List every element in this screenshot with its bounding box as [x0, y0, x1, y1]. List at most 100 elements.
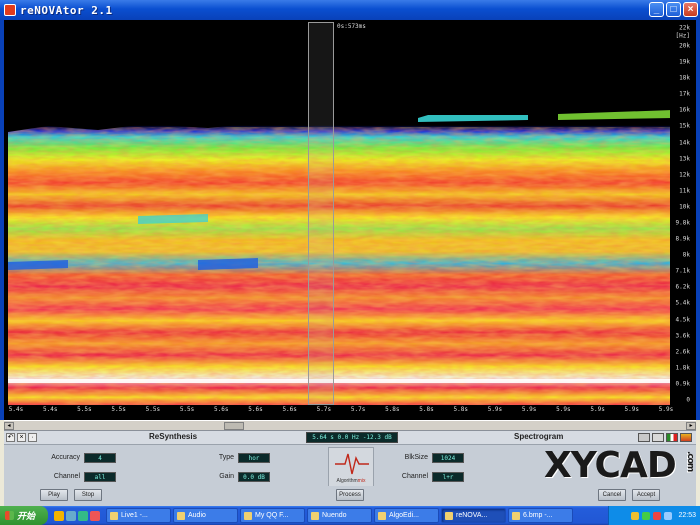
taskbar-task[interactable]: Live1 -...	[106, 508, 171, 523]
channel-left-field[interactable]: all	[84, 472, 116, 482]
type-field[interactable]: hor	[238, 453, 270, 463]
time-tick-label: 5.8s	[385, 406, 400, 413]
waveform-icon	[335, 453, 369, 475]
taskbar-task[interactable]: Audio	[173, 508, 238, 523]
accept-button[interactable]: Accept	[632, 489, 660, 501]
frequency-axis: [Hz] 22k 20k 19k 18k 17k 16k 15k 14k 13k 12k 11k 10k…	[670, 22, 692, 405]
task-label: Nuendo	[322, 512, 347, 519]
start-button[interactable]: 开始	[0, 506, 48, 525]
scroll-thumb[interactable]	[224, 422, 244, 430]
task-app-icon	[177, 511, 185, 520]
panel-close-icon[interactable]: ×	[17, 433, 26, 442]
frequency-unit-label: [Hz]	[675, 32, 690, 40]
palette-icon[interactable]	[666, 433, 678, 442]
gain-field[interactable]: 0.0 dB	[238, 472, 270, 482]
time-selection[interactable]	[308, 22, 334, 405]
channel-right-field[interactable]: l+r	[432, 472, 464, 482]
type-label: Type	[218, 454, 234, 461]
spectrogram-heatmap[interactable]	[8, 22, 673, 405]
media-icon[interactable]	[78, 510, 88, 521]
grid-icon[interactable]	[638, 433, 650, 442]
cursor-time-label: 0s:573ms	[337, 23, 366, 30]
time-tick-label: 5.4s	[42, 406, 58, 413]
frequency-tick-label: 4.5k	[675, 316, 690, 324]
play-button[interactable]: Play	[40, 489, 68, 501]
spectrogram-white-band	[8, 379, 673, 383]
frequency-tick-label: 0	[686, 396, 690, 404]
horizontal-scrollbar[interactable]: ◂ ▸	[4, 420, 696, 430]
time-tick-label: 5.7s	[316, 406, 332, 413]
frequency-tick-label: 6.2k	[675, 283, 690, 291]
resynthesis-title: ReSynthesis	[149, 432, 198, 441]
frequency-tick-label: 18k	[679, 74, 690, 82]
scroll-right-arrow[interactable]: ▸	[686, 422, 696, 430]
minimize-button[interactable]: _	[649, 2, 664, 17]
process-button[interactable]: Process	[336, 489, 364, 501]
spectrogram-image[interactable]	[8, 22, 673, 405]
task-app-icon	[378, 511, 386, 520]
time-tick-label: 5.9s	[624, 406, 640, 413]
taskbar-task[interactable]: 6.bmp -...	[508, 508, 573, 523]
frequency-tick-label: 5.4k	[675, 299, 690, 307]
windows-logo-icon	[5, 511, 14, 520]
taskbar-task[interactable]: My QQ F...	[240, 508, 305, 523]
frequency-tick-label: 3.6k	[675, 332, 690, 340]
frequency-tick-label: 8.9k	[675, 235, 690, 243]
taskbar-task[interactable]: Nuendo	[307, 508, 372, 523]
task-list: Live1 -... Audio My QQ F... Nuendo AlgoEdi..…	[106, 508, 575, 523]
stop-button[interactable]: Stop	[74, 489, 102, 501]
maximize-button[interactable]: □	[666, 2, 681, 17]
panel-undo-icon[interactable]: ↶	[6, 433, 15, 442]
spectrogram-blue-gap-2	[198, 258, 258, 270]
time-tick-label: 5.5s	[179, 406, 195, 413]
blksize-label: BlkSize	[404, 454, 428, 461]
frequency-tick-label: 20k	[679, 42, 690, 50]
time-tick-label: 5.5s	[145, 406, 161, 413]
accuracy-field[interactable]: 4	[84, 453, 116, 463]
blksize-field[interactable]: 1024	[432, 453, 464, 463]
desktop-icon[interactable]	[66, 510, 76, 521]
algorithmix-logo: Algorithmmix	[328, 447, 374, 487]
taskbar-task[interactable]: AlgoEdi...	[374, 508, 439, 523]
scroll-left-arrow[interactable]: ◂	[4, 422, 14, 430]
accuracy-label: Accuracy	[51, 454, 80, 461]
window-title: reNOVAtor 2.1	[20, 3, 113, 17]
time-tick-label: 5.6s	[214, 406, 229, 413]
task-app-icon	[244, 511, 252, 520]
taskbar-task[interactable]: reNOVA...	[441, 508, 506, 523]
task-label: reNOVA...	[456, 512, 488, 519]
frequency-tick-label: 16k	[679, 106, 690, 114]
zoom-icon[interactable]	[652, 433, 664, 442]
frequency-tick-label: 12k	[679, 171, 690, 179]
tray-volume-icon[interactable]	[631, 511, 640, 520]
panel-header: ↶ × · ReSynthesis 5.64 s 0.0 Hz -12.3 dB…	[4, 431, 696, 445]
time-tick-label: 5.8s	[453, 406, 468, 413]
frequency-tick-label: 0.9k	[675, 380, 690, 388]
time-tick-label: 5.5s	[111, 406, 126, 413]
tray-network-icon[interactable]	[642, 511, 651, 520]
frequency-tick-label: 13k	[679, 155, 690, 163]
time-tick-label: 5.9s	[590, 406, 605, 413]
logo-caption: Algorithmmix	[336, 478, 366, 484]
color-icon[interactable]	[680, 433, 692, 442]
channel-left-label: Channel	[53, 473, 80, 480]
close-button[interactable]: ×	[683, 2, 698, 17]
tray-input-icon[interactable]	[664, 511, 673, 520]
panel-pin-icon[interactable]: ·	[28, 433, 37, 442]
time-axis: 5.4s 5.4s 5.5s 5.5s 5.5s 5.5s 5.6s 5.6s 5.6s 5.7s…	[8, 405, 673, 417]
task-app-icon	[445, 511, 453, 520]
frequency-tick-label: 11k	[679, 187, 690, 195]
start-label: 开始	[17, 511, 36, 521]
frequency-tick-label: 22k	[679, 24, 690, 32]
tray-antivirus-icon[interactable]	[653, 511, 662, 520]
window-controls: _ □ ×	[649, 2, 698, 17]
task-label: My QQ F...	[255, 512, 289, 519]
time-tick-label: 5.6s	[282, 406, 297, 413]
time-tick-label: 5.9s	[487, 406, 503, 413]
frequency-tick-label: 2.6k	[675, 348, 690, 356]
cancel-button[interactable]: Cancel	[598, 489, 626, 501]
task-label: AlgoEdi...	[389, 512, 419, 519]
task-label: 6.bmp -...	[523, 512, 553, 519]
browser-icon[interactable]	[90, 510, 100, 521]
folder-icon[interactable]	[54, 510, 64, 521]
